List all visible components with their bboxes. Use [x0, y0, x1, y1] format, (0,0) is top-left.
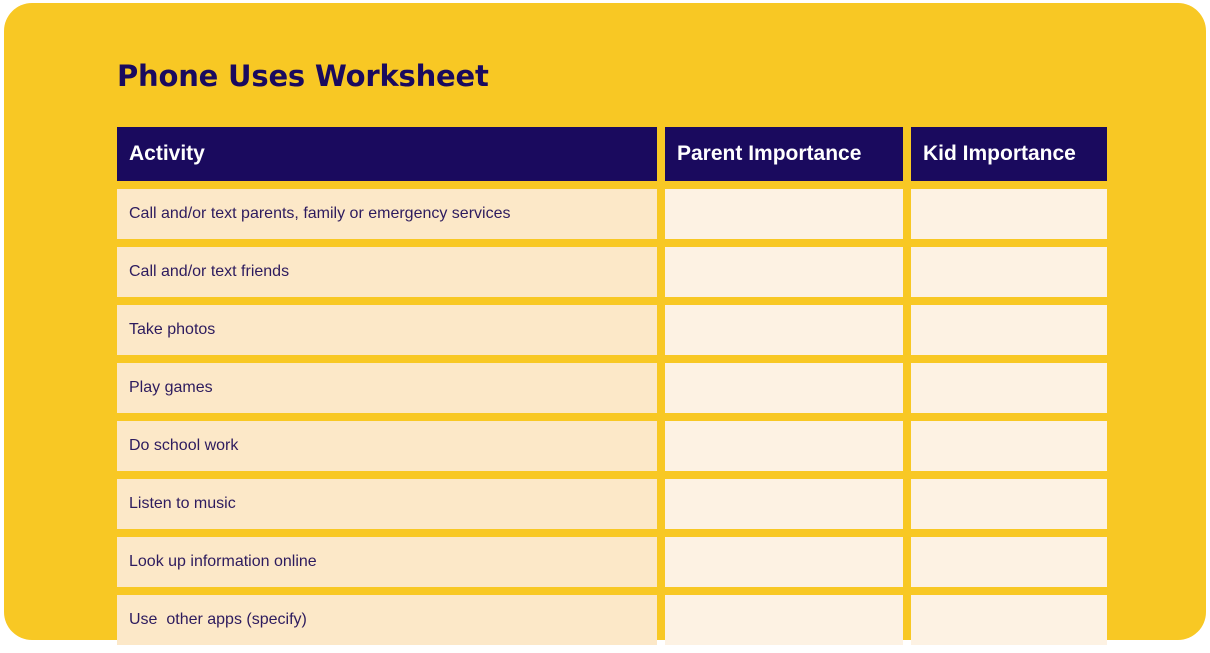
table-row: Call and/or text parents, family or emer…	[117, 189, 1107, 239]
activity-cell: Look up information online	[117, 537, 657, 587]
parent-importance-input[interactable]	[665, 421, 903, 471]
kid-importance-input[interactable]	[911, 537, 1107, 587]
table-body: Call and/or text parents, family or emer…	[117, 189, 1107, 645]
table-row: Play games	[117, 363, 1107, 413]
table-row: Look up information online	[117, 537, 1107, 587]
parent-importance-input[interactable]	[665, 305, 903, 355]
activity-cell: Do school work	[117, 421, 657, 471]
kid-importance-input[interactable]	[911, 595, 1107, 645]
activity-cell: Play games	[117, 363, 657, 413]
column-header-parent-importance: Parent Importance	[665, 127, 903, 181]
parent-importance-input[interactable]	[665, 479, 903, 529]
column-header-activity: Activity	[117, 127, 657, 181]
activity-cell: Listen to music	[117, 479, 657, 529]
table-row: Use other apps (specify)	[117, 595, 1107, 645]
parent-importance-input[interactable]	[665, 247, 903, 297]
kid-importance-input[interactable]	[911, 421, 1107, 471]
activity-cell: Take photos	[117, 305, 657, 355]
kid-importance-input[interactable]	[911, 479, 1107, 529]
activity-cell: Call and/or text parents, family or emer…	[117, 189, 657, 239]
activity-cell: Use other apps (specify)	[117, 595, 657, 645]
kid-importance-input[interactable]	[911, 247, 1107, 297]
parent-importance-input[interactable]	[665, 189, 903, 239]
worksheet-card: Phone Uses Worksheet Activity Parent Imp…	[4, 3, 1206, 645]
table-row: Do school work	[117, 421, 1107, 471]
kid-importance-input[interactable]	[911, 305, 1107, 355]
worksheet-table: Activity Parent Importance Kid Importanc…	[117, 127, 1107, 653]
activity-cell: Call and/or text friends	[117, 247, 657, 297]
table-row: Call and/or text friends	[117, 247, 1107, 297]
parent-importance-input[interactable]	[665, 537, 903, 587]
table-header-row: Activity Parent Importance Kid Importanc…	[117, 127, 1107, 181]
kid-importance-input[interactable]	[911, 363, 1107, 413]
parent-importance-input[interactable]	[665, 595, 903, 645]
table-row: Listen to music	[117, 479, 1107, 529]
parent-importance-input[interactable]	[665, 363, 903, 413]
page-title: Phone Uses Worksheet	[117, 59, 489, 93]
kid-importance-input[interactable]	[911, 189, 1107, 239]
column-header-kid-importance: Kid Importance	[911, 127, 1107, 181]
table-row: Take photos	[117, 305, 1107, 355]
